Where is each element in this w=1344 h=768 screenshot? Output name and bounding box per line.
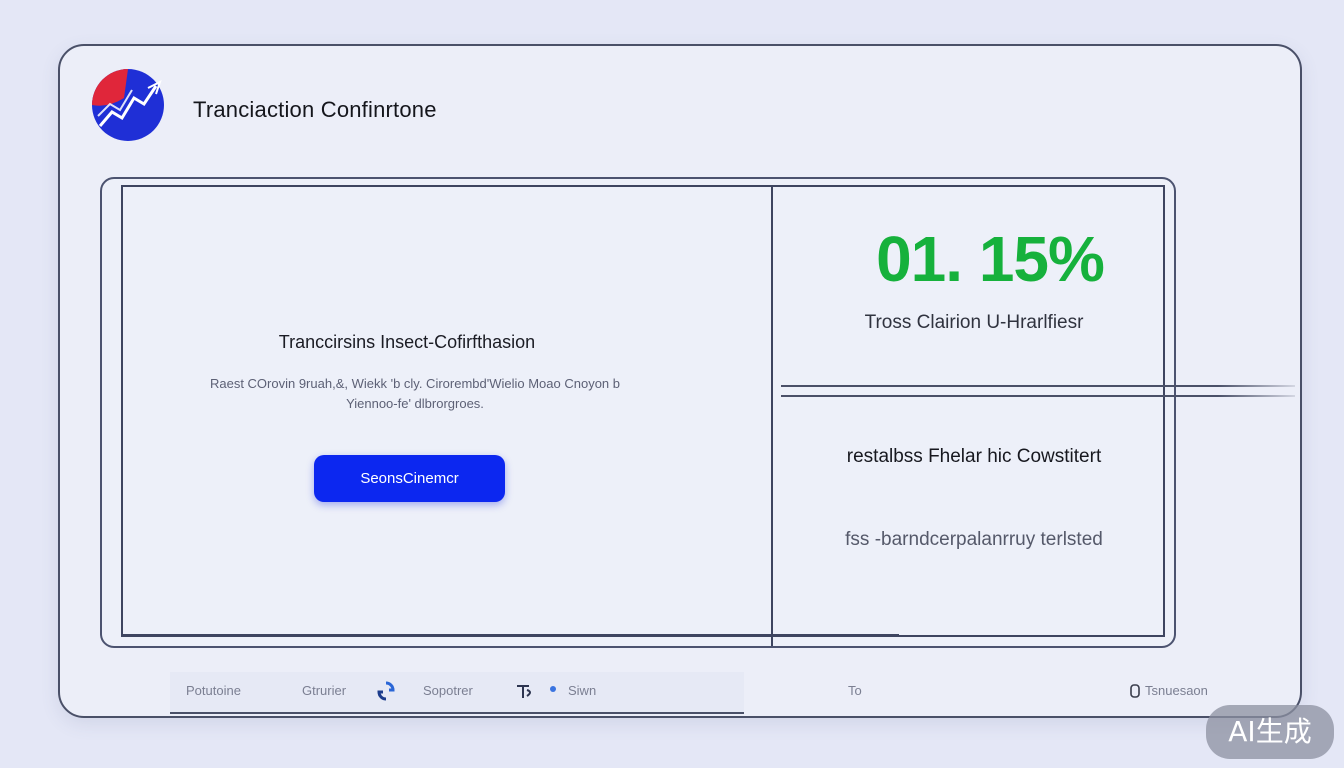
status-item-2[interactable]: Gtrurier xyxy=(302,683,346,698)
status-item-6[interactable]: Tsnuesaon xyxy=(1145,683,1208,698)
percent-label: Tross Clairion U-Hrarlfiesr xyxy=(864,312,1084,333)
percent-value: 01. 15% xyxy=(876,223,1105,295)
currency-icon[interactable] xyxy=(515,682,535,700)
sync-icon[interactable] xyxy=(377,681,395,701)
app-title: Tranciaction Confinrtone xyxy=(193,97,437,122)
status-item-4[interactable]: Siwn xyxy=(568,683,596,698)
panel-vertical-divider xyxy=(771,186,773,646)
chart-logo-icon xyxy=(92,69,164,141)
panel-bottom-line xyxy=(123,634,899,636)
confirmation-heading: Tranccirsins Insect-Cofirfthasion xyxy=(278,332,536,352)
summary-divider-bottom xyxy=(781,395,1295,397)
dot-icon xyxy=(550,686,556,692)
lock-icon xyxy=(1130,684,1140,698)
summary-detail-primary: restalbss Fhelar hic Cowstitert xyxy=(846,446,1102,467)
status-item-3[interactable]: Sopotrer xyxy=(423,683,473,698)
summary-detail-secondary: fss -barndcerpalanrruy terlsted xyxy=(845,529,1103,550)
confirmation-description: Raest COrovin 9ruah,&, Wiekk 'b cly. Cir… xyxy=(209,376,621,411)
status-item-1[interactable]: Potutoine xyxy=(186,683,241,698)
status-item-5[interactable]: To xyxy=(848,683,862,698)
ai-generated-badge: AI生成 xyxy=(1206,705,1334,759)
summary-divider-top xyxy=(781,385,1295,387)
confirm-button[interactable]: SeonsCinemcr xyxy=(314,455,505,502)
